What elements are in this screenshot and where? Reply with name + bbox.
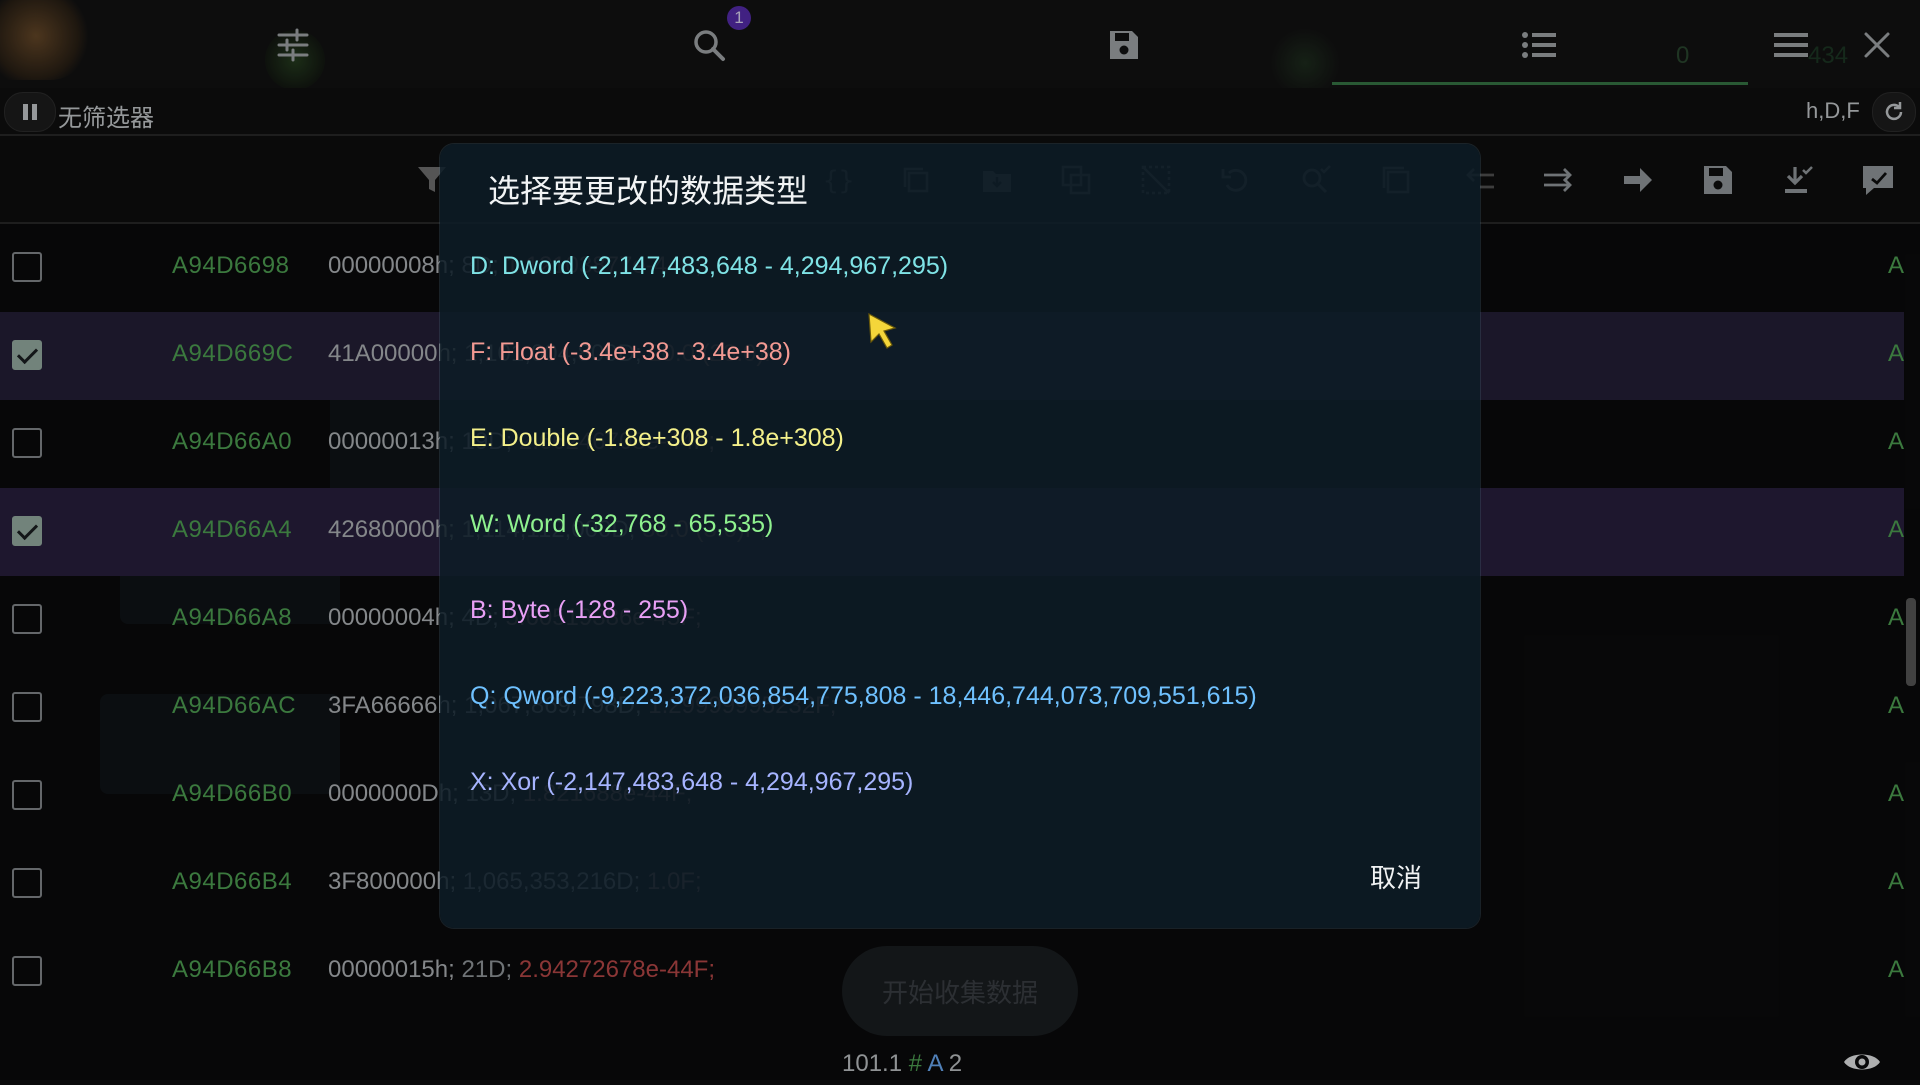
option-xor[interactable]: X: Xor (-2,147,483,648 - 4,294,967,295) [470,768,913,797]
option-float[interactable]: F: Float (-3.4e+38 - 3.4e+38) [470,338,791,367]
cancel-button[interactable]: 取消 [1370,858,1422,895]
option-byte[interactable]: B: Byte (-128 - 255) [470,596,688,625]
option-word[interactable]: W: Word (-32,768 - 65,535) [470,510,773,539]
mouse-cursor-icon [866,312,900,357]
option-dword[interactable]: D: Dword (-2,147,483,648 - 4,294,967,295… [470,252,948,281]
dialog-title: 选择要更改的数据类型 [488,173,809,209]
data-type-dialog: 选择要更改的数据类型 D: Dword (-2,147,483,648 - 4,… [440,144,1480,928]
option-double[interactable]: E: Double (-1.8e+308 - 1.8e+308) [470,424,844,453]
option-qword[interactable]: Q: Qword (-9,223,372,036,854,775,808 - 1… [470,682,1257,711]
